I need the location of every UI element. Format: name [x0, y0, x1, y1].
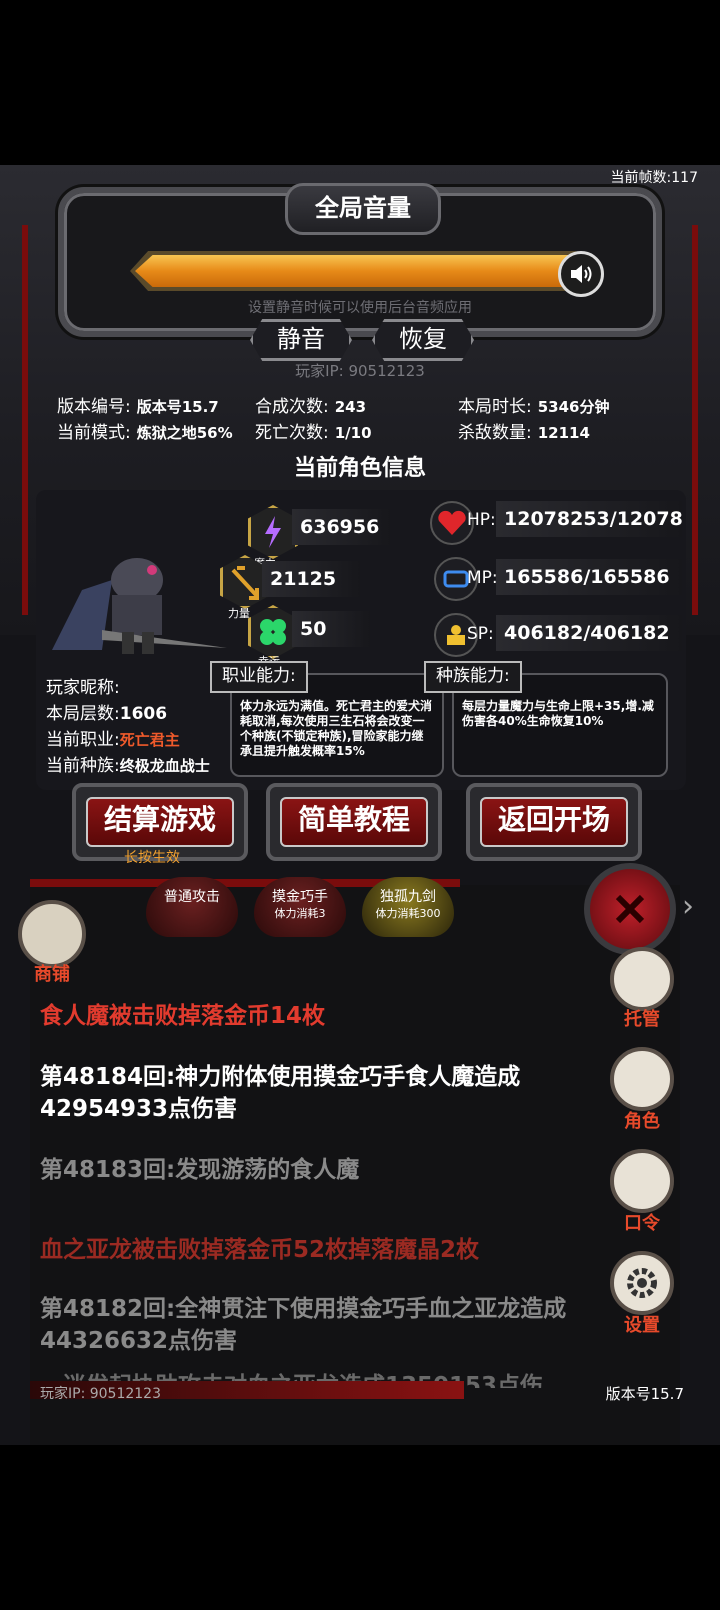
- tutorial-label: 简单教程: [280, 797, 428, 847]
- power-value: 21125: [262, 561, 360, 597]
- skill-treasure-hand[interactable]: 摸金巧手 体力消耗3: [254, 877, 346, 937]
- section-title: 当前角色信息: [293, 456, 426, 481]
- shop-icon[interactable]: [18, 900, 86, 968]
- nickname-label: 玩家昵称:: [46, 678, 120, 698]
- sp-value: 406182/406182: [496, 615, 682, 651]
- log-entry: 第48183回:发现游荡的食人魔: [40, 1157, 360, 1183]
- left-rail: [22, 225, 28, 615]
- synth-stat: 合成次数: 243: [255, 397, 367, 417]
- mute-button[interactable]: 静音: [250, 319, 352, 361]
- log-entry: 食人魔被击败掉落金币14枚: [40, 1003, 326, 1029]
- settings-label: 设置: [624, 1315, 660, 1336]
- footer-ip: 玩家IP: 90512123: [40, 1386, 161, 1402]
- restore-button[interactable]: 恢复: [372, 319, 474, 361]
- power-label: 力量: [228, 607, 250, 620]
- mp-value: 165586/165586: [496, 559, 682, 595]
- hp-label: HP:: [467, 510, 496, 530]
- magic-value: 636956: [292, 509, 390, 545]
- player-ip: 玩家IP: 90512123: [295, 362, 425, 380]
- character-avatar: [42, 540, 232, 660]
- race-ability-text: 每层力量魔力与生命上限+35,增.减伤害各40%生命恢复10%: [462, 699, 654, 728]
- death-stat: 死亡次数: 1/10: [255, 423, 372, 443]
- skill-cost: 体力消耗3: [274, 907, 326, 920]
- chevron-right-icon[interactable]: ›: [682, 889, 694, 924]
- footer-version: 版本号15.7: [605, 1385, 684, 1403]
- skill-cost: 体力消耗300: [375, 907, 441, 920]
- back-to-start-button[interactable]: 返回开场: [466, 783, 642, 861]
- floor-stat: 本局层数:1606: [46, 704, 168, 724]
- skill-name: 独孤九剑: [380, 889, 436, 905]
- close-icon[interactable]: [584, 863, 676, 955]
- mp-label: MP:: [467, 568, 498, 588]
- book-icon[interactable]: [610, 1149, 674, 1213]
- version-stat: 版本编号: 版本号15.7: [57, 397, 219, 417]
- log-entry: 第48182回:全神贯注下使用摸金巧手血之亚龙造成44326632点伤害: [40, 1296, 567, 1354]
- race-stat: 当前种族:终极龙血战士: [46, 756, 210, 776]
- log-entry: 第48184回:神力附体使用摸金巧手食人魔造成42954933点伤害: [40, 1064, 521, 1122]
- duration-stat: 本局时长: 5346分钟: [458, 397, 610, 417]
- skill-name: 摸金巧手: [272, 889, 328, 905]
- job-ability-title: 职业能力:: [210, 661, 308, 693]
- gear-icon[interactable]: [610, 1251, 674, 1315]
- skill-normal-attack[interactable]: 普通攻击: [146, 877, 238, 937]
- job-stat: 当前职业:死亡君主: [46, 730, 180, 750]
- right-rail: [692, 225, 698, 615]
- auto-label: 托管: [624, 1009, 660, 1030]
- shop-label: 商铺: [34, 964, 70, 985]
- tutorial-button[interactable]: 简单教程: [266, 783, 442, 861]
- kills-stat: 杀敌数量: 12114: [458, 423, 590, 443]
- dice-icon[interactable]: [610, 947, 674, 1011]
- luck-value: 50: [292, 611, 370, 647]
- hooded-figure-icon[interactable]: [610, 1047, 674, 1111]
- log-entry: 血之亚龙被击败掉落金币52枚掉落魔晶2枚: [40, 1237, 480, 1263]
- settle-hint: 长按生效: [124, 850, 180, 866]
- race-ability-title: 种族能力:: [424, 661, 522, 693]
- skill-nine-swords[interactable]: 独孤九剑 体力消耗300: [362, 877, 454, 937]
- volume-slider[interactable]: [135, 255, 575, 287]
- fps-label: 当前帧数:117: [610, 170, 698, 186]
- settle-game-label: 结算游戏: [86, 797, 234, 847]
- job-ability-text: 体力永远为满值。死亡君主的爱犬消耗取消,每次使用三生石将会改变一个种族(不锁定种…: [240, 699, 433, 758]
- sp-label: SP:: [467, 624, 494, 644]
- back-to-start-label: 返回开场: [480, 797, 628, 847]
- volume-title: 全局音量: [285, 183, 441, 235]
- code-label: 口令: [624, 1213, 660, 1234]
- skill-name: 普通攻击: [164, 889, 220, 905]
- speaker-icon[interactable]: [558, 251, 604, 297]
- mode-stat: 当前模式: 炼狱之地56%: [57, 423, 233, 443]
- game-screen: 当前帧数:117 全局音量 设置静音时候可以使用后台音频应用 静音 恢复 玩家I…: [0, 165, 720, 1445]
- role-label: 角色: [624, 1111, 660, 1132]
- volume-hint: 设置静音时候可以使用后台音频应用: [248, 300, 472, 316]
- hp-value: 12078253/12078253: [496, 501, 682, 537]
